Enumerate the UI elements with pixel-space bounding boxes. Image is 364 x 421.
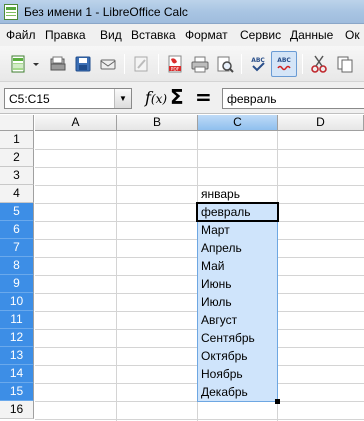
row-header-3[interactable]: 3 <box>0 167 34 185</box>
cell-c15[interactable]: Декабрь <box>199 383 248 401</box>
cell-c7[interactable]: Апрель <box>199 239 242 257</box>
grid-line <box>116 131 117 421</box>
formula-icon[interactable]: = <box>195 85 212 109</box>
standard-toolbar: PDF ABC ABC <box>0 46 364 82</box>
row-header-6[interactable]: 6 <box>0 221 34 239</box>
menu-tools[interactable]: Сервис <box>240 28 281 42</box>
edit-file-icon[interactable] <box>131 54 151 74</box>
formula-bar: C5:C15 ▼ f(x) Σ = февраль <box>0 82 364 114</box>
spreadsheet-grid: A B C D 1 2 3 4 5 6 7 8 9 10 11 12 13 14… <box>0 115 364 421</box>
row-header-16[interactable]: 16 <box>0 401 34 419</box>
menu-file[interactable]: Файл <box>6 28 36 42</box>
column-header-d[interactable]: D <box>278 115 364 131</box>
row-header-9[interactable]: 9 <box>0 275 34 293</box>
menu-window[interactable]: Ок <box>345 28 360 42</box>
grid-line <box>35 149 364 150</box>
save-icon[interactable] <box>73 54 93 74</box>
chevron-down-icon[interactable]: ▼ <box>114 89 131 108</box>
svg-text:PDF: PDF <box>171 66 180 72</box>
menu-insert[interactable]: Вставка <box>131 28 176 42</box>
row-header-1[interactable]: 1 <box>0 131 34 149</box>
formula-input-value: февраль <box>227 92 277 106</box>
menu-edit[interactable]: Правка <box>45 28 86 42</box>
cell-c9[interactable]: Июнь <box>199 275 232 293</box>
row-header-8[interactable]: 8 <box>0 257 34 275</box>
cell-c12[interactable]: Сентябрь <box>199 329 255 347</box>
sum-icon[interactable]: Σ <box>170 85 184 109</box>
function-wizard-icon[interactable]: f(x) <box>145 88 167 107</box>
cell-c13[interactable]: Октябрь <box>199 347 248 365</box>
fill-handle[interactable] <box>275 399 280 404</box>
toolbar-separator <box>302 54 303 74</box>
row-header-11[interactable]: 11 <box>0 311 34 329</box>
menu-view[interactable]: Вид <box>100 28 122 42</box>
calc-app-icon <box>4 4 18 20</box>
spellcheck-icon[interactable]: ABC <box>248 54 268 74</box>
print-preview-icon[interactable] <box>215 54 235 74</box>
row-header-10[interactable]: 10 <box>0 293 34 311</box>
new-icon[interactable] <box>8 54 28 74</box>
dropdown-icon[interactable] <box>31 54 41 74</box>
row-header-5[interactable]: 5 <box>0 203 34 221</box>
row-header-15[interactable]: 15 <box>0 383 34 401</box>
toolbar-separator <box>241 54 242 74</box>
toolbar-separator <box>124 54 125 74</box>
cell-c6[interactable]: Март <box>199 221 230 239</box>
column-header-c[interactable]: C <box>198 115 278 131</box>
autospellcheck-button[interactable]: ABC <box>271 51 297 77</box>
cell-c8[interactable]: Май <box>199 257 225 275</box>
menu-format[interactable]: Формат <box>185 28 228 42</box>
email-icon[interactable] <box>98 54 118 74</box>
print-icon[interactable] <box>190 54 210 74</box>
window-title: Без имени 1 - LibreOffice Calc <box>24 5 188 19</box>
select-all-corner[interactable] <box>0 115 34 131</box>
row-header-7[interactable]: 7 <box>0 239 34 257</box>
autospellcheck-icon: ABC <box>277 57 291 71</box>
formula-input[interactable]: февраль <box>222 88 364 109</box>
svg-text:ABC: ABC <box>277 57 291 64</box>
toolbar-separator <box>158 54 159 74</box>
column-header-a[interactable]: A <box>35 115 117 131</box>
export-pdf-icon[interactable]: PDF <box>165 54 185 74</box>
menu-bar: Файл Правка Вид Вставка Формат Сервис Да… <box>0 24 364 46</box>
open-icon[interactable] <box>48 54 68 74</box>
title-bar: Без имени 1 - LibreOffice Calc <box>0 0 364 24</box>
name-box-value: C5:C15 <box>9 92 50 106</box>
grid-line <box>35 167 364 168</box>
grid-line <box>35 419 364 420</box>
cell-c11[interactable]: Август <box>199 311 237 329</box>
row-header-4[interactable]: 4 <box>0 185 34 203</box>
cell-c10[interactable]: Июль <box>199 293 232 311</box>
name-box[interactable]: C5:C15 ▼ <box>4 88 132 109</box>
row-header-2[interactable]: 2 <box>0 149 34 167</box>
copy-icon[interactable] <box>335 54 355 74</box>
cell-c14[interactable]: Ноябрь <box>199 365 243 383</box>
column-header-b[interactable]: B <box>117 115 198 131</box>
cell-c4[interactable]: январь <box>199 185 240 203</box>
active-cell-cursor <box>196 202 279 222</box>
cut-icon[interactable] <box>309 54 329 74</box>
row-header-14[interactable]: 14 <box>0 365 34 383</box>
row-header-13[interactable]: 13 <box>0 347 34 365</box>
row-header-12[interactable]: 12 <box>0 329 34 347</box>
menu-data[interactable]: Данные <box>290 28 333 42</box>
